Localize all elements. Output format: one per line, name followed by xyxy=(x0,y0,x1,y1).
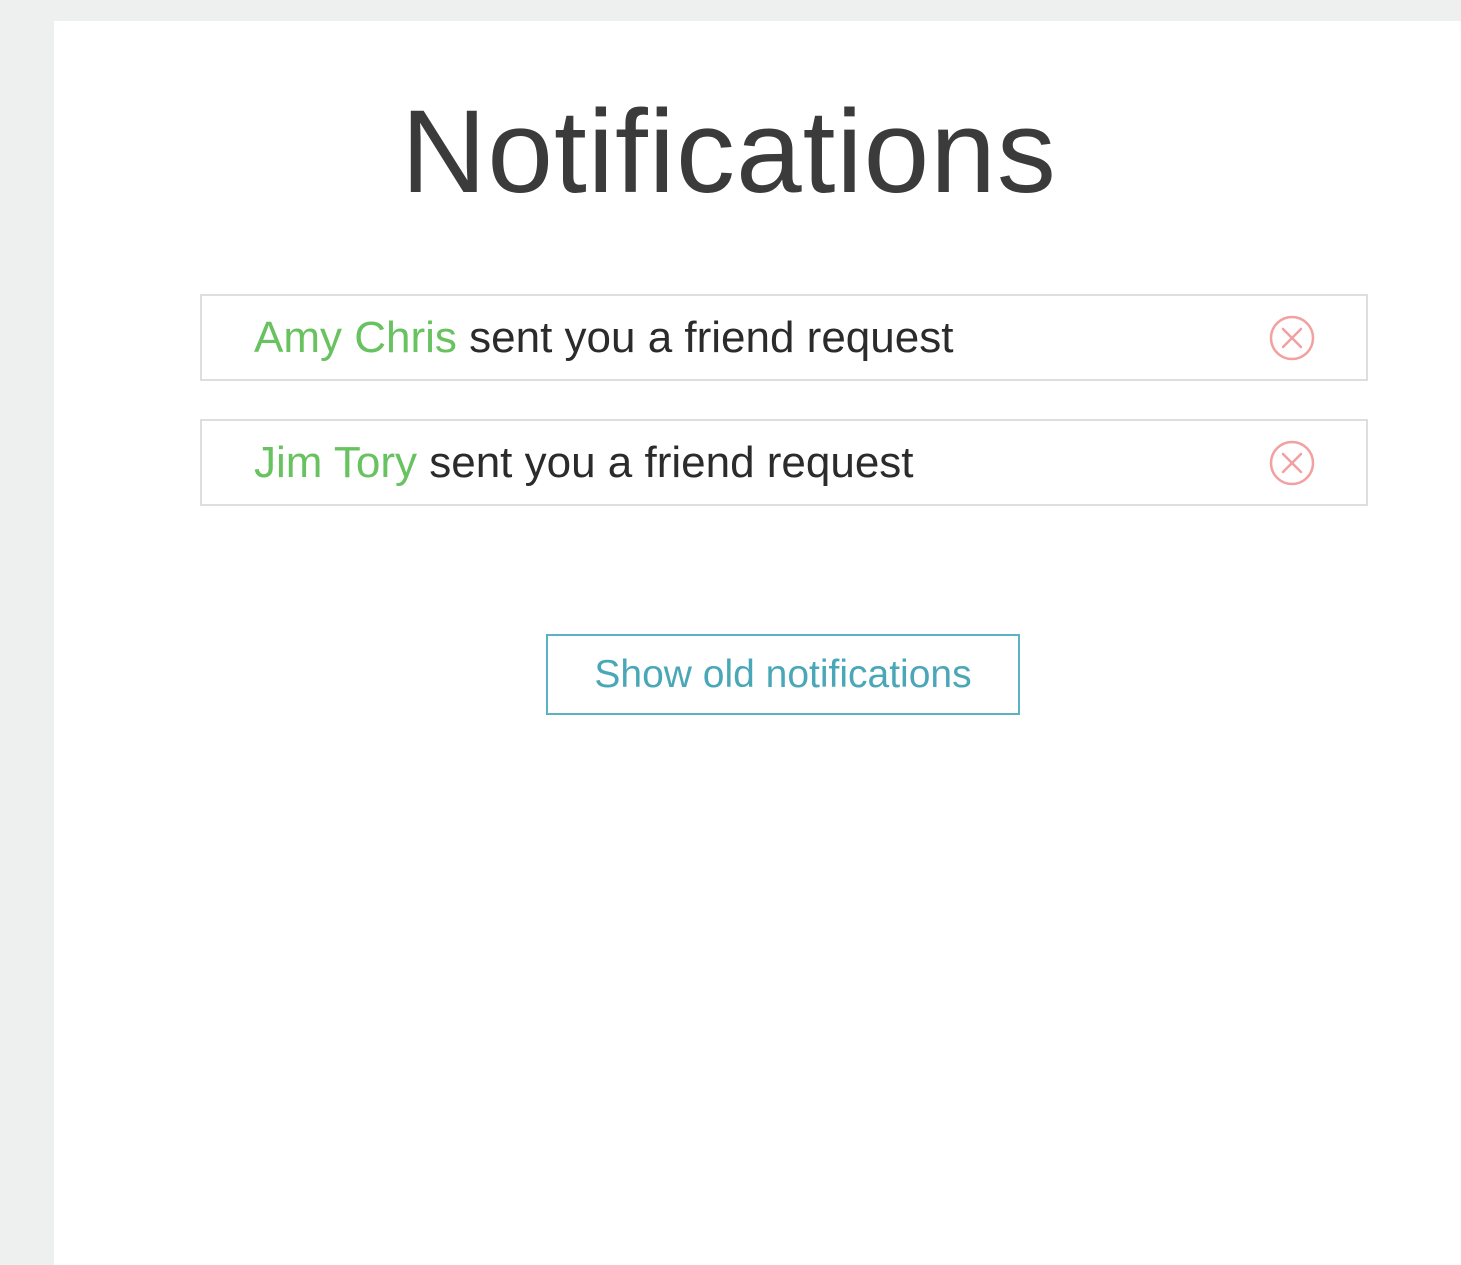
notification-list: Amy Chris sent you a friend request Jim … xyxy=(200,294,1368,544)
notification-text: Amy Chris sent you a friend request xyxy=(254,296,953,379)
notification-item: Jim Tory sent you a friend request xyxy=(200,419,1368,506)
page-title: Notifications xyxy=(401,86,1057,218)
notification-message: sent you a friend request xyxy=(429,438,914,487)
notification-sender-name[interactable]: Jim Tory xyxy=(254,438,417,487)
notification-sender-name[interactable]: Amy Chris xyxy=(254,313,457,362)
notification-message: sent you a friend request xyxy=(469,313,954,362)
show-old-notifications-button[interactable]: Show old notifications xyxy=(546,634,1020,715)
notification-item: Amy Chris sent you a friend request xyxy=(200,294,1368,381)
notification-text: Jim Tory sent you a friend request xyxy=(254,421,914,504)
close-circle-icon[interactable] xyxy=(1268,314,1316,362)
close-circle-icon[interactable] xyxy=(1268,439,1316,487)
